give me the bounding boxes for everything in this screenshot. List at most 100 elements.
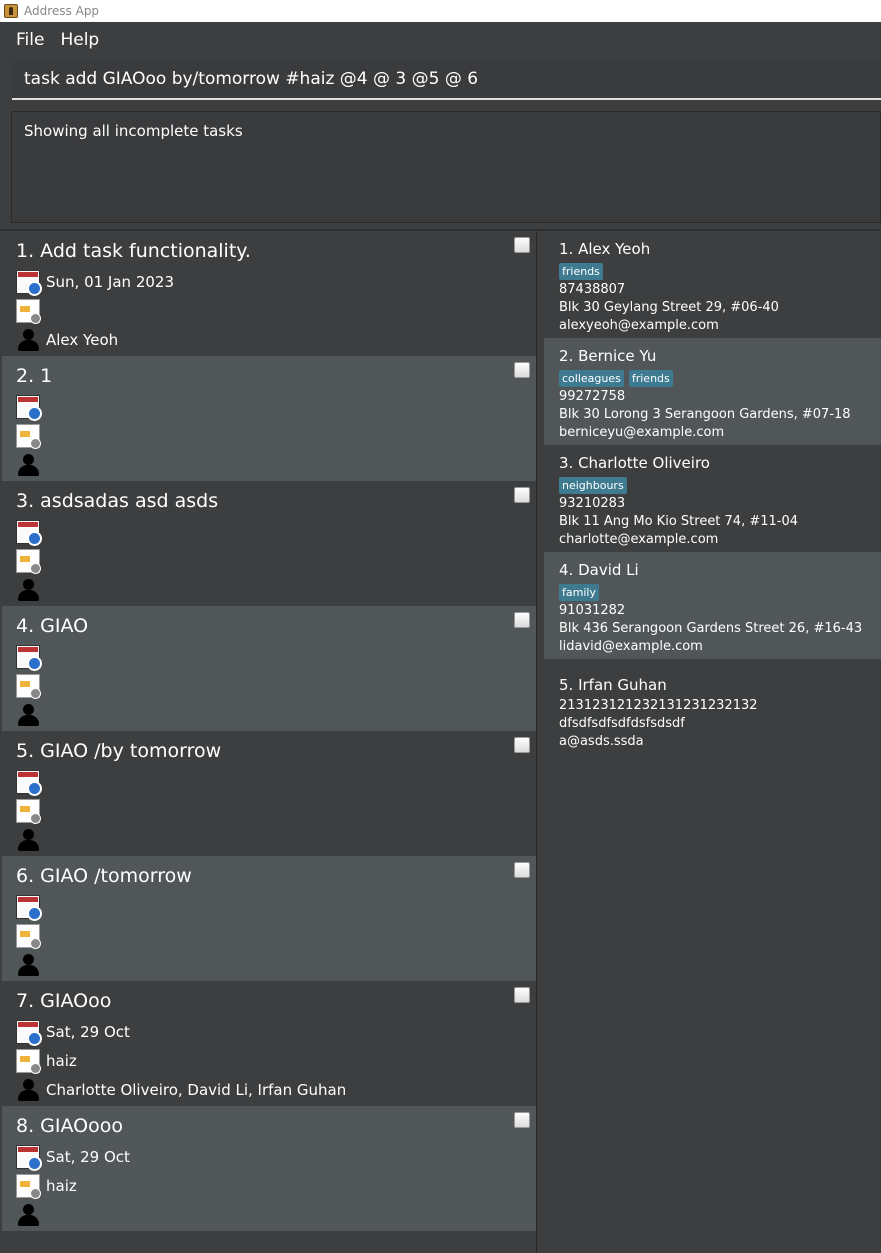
note-icon [16, 923, 41, 949]
task-deadline: Sun, 01 Jan 2023 [46, 272, 174, 291]
person-address: Blk 30 Lorong 3 Serangoon Gardens, #07-1… [559, 407, 851, 422]
task-checkbox[interactable] [514, 237, 530, 253]
task-card[interactable]: 7. GIAOoo Sat, 29 Oct haiz Charlotte Oli… [2, 981, 536, 1106]
person-list[interactable]: 1. Alex Yeoh friends 87438807 Blk 30 Gey… [537, 231, 881, 1253]
task-assignees: Charlotte Oliveiro, David Li, Irfan Guha… [46, 1080, 347, 1099]
command-box [12, 60, 881, 100]
person-email: alexyeoh@example.com [559, 318, 719, 333]
task-checkbox[interactable] [514, 987, 530, 1003]
task-tag: haiz [46, 1051, 77, 1070]
task-deadline: Sat, 29 Oct [46, 1022, 130, 1041]
result-text: Showing all incomplete tasks [24, 122, 243, 140]
title-bar: Address App [0, 0, 881, 22]
task-card[interactable]: 6. GIAO /tomorrow [2, 856, 536, 981]
task-title: 1. Add task functionality. [16, 240, 251, 262]
person-icon [16, 1203, 40, 1227]
person-phone: 99272758 [559, 389, 626, 404]
task-title: 2. 1 [16, 365, 53, 387]
person-name: 4. David Li [559, 561, 639, 579]
calendar-icon [16, 1019, 42, 1046]
task-deadline: Sat, 29 Oct [46, 1147, 130, 1166]
task-title: 8. GIAOooo [16, 1115, 123, 1137]
person-tags: family [559, 582, 881, 602]
menu-file[interactable]: File [16, 30, 44, 50]
note-icon [16, 1173, 41, 1199]
person-email: charlotte@example.com [559, 532, 719, 547]
menu-help[interactable]: Help [60, 30, 99, 50]
task-card[interactable]: 3. asdsadas asd asds [2, 481, 536, 606]
task-card[interactable]: 8. GIAOooo Sat, 29 Oct haiz [2, 1106, 536, 1231]
result-display: Showing all incomplete tasks [11, 111, 881, 223]
menu-bar: File Help [0, 22, 881, 58]
calendar-icon [16, 644, 42, 671]
person-name: 3. Charlotte Oliveiro [559, 454, 710, 472]
task-assignees: Alex Yeoh [46, 330, 119, 349]
task-checkbox[interactable] [514, 1112, 530, 1128]
calendar-icon [16, 519, 42, 546]
task-checkbox[interactable] [514, 737, 530, 753]
note-icon [16, 798, 41, 824]
calendar-icon [16, 269, 42, 296]
task-title: 3. asdsadas asd asds [16, 490, 219, 512]
person-phone: 91031282 [559, 603, 626, 618]
calendar-icon [16, 894, 42, 921]
person-tag: colleagues [559, 369, 624, 387]
person-icon [16, 703, 40, 727]
task-title: 5. GIAO /by tomorrow [16, 740, 222, 762]
command-input[interactable] [24, 69, 881, 89]
person-email: lidavid@example.com [559, 639, 703, 654]
person-card[interactable]: 3. Charlotte Oliveiro neighbours 9321028… [544, 445, 881, 552]
person-address: Blk 11 Ang Mo Kio Street 74, #11-04 [559, 514, 799, 529]
task-checkbox[interactable] [514, 487, 530, 503]
note-icon [16, 673, 41, 699]
task-list[interactable]: 1. Add task functionality. Sun, 01 Jan 2… [0, 231, 537, 1253]
person-icon [16, 1078, 40, 1102]
note-icon [16, 548, 41, 574]
person-name: 1. Alex Yeoh [559, 240, 651, 258]
note-icon [16, 423, 41, 449]
person-tag: neighbours [559, 476, 627, 494]
calendar-icon [16, 1144, 42, 1171]
person-email: berniceyu@example.com [559, 425, 725, 440]
task-checkbox[interactable] [514, 362, 530, 378]
person-phone: 87438807 [559, 282, 626, 297]
person-address: Blk 436 Serangoon Gardens Street 26, #16… [559, 621, 863, 636]
person-name: 5. Irfan Guhan [559, 676, 667, 694]
calendar-icon [16, 394, 42, 421]
person-phone: 213123121232131231232132 [559, 698, 758, 713]
person-icon [16, 828, 40, 852]
person-email: a@asds.ssda [559, 734, 644, 749]
window-title: Address App [24, 4, 100, 18]
person-phone: 93210283 [559, 496, 626, 511]
person-address: Blk 30 Geylang Street 29, #06-40 [559, 300, 779, 315]
task-card[interactable]: 2. 1 [2, 356, 536, 481]
app-icon [4, 4, 18, 18]
person-tag: friends [628, 369, 673, 387]
person-tags: friends [559, 261, 881, 281]
person-icon [16, 328, 40, 352]
person-tags: neighbours [559, 475, 881, 495]
task-title: 6. GIAO /tomorrow [16, 865, 192, 887]
task-checkbox[interactable] [514, 612, 530, 628]
person-card[interactable]: 5. Irfan Guhan 213123121232131231232132 … [544, 659, 881, 766]
note-icon [16, 298, 41, 324]
person-tag: family [559, 583, 599, 601]
person-tag: friends [559, 262, 603, 280]
person-icon [16, 578, 40, 602]
person-address: dfsdfsdfsdfdsfsdsdf [559, 716, 685, 731]
person-icon [16, 453, 40, 477]
person-tags: colleagues friends [559, 368, 881, 388]
person-card[interactable]: 4. David Li family 91031282 Blk 436 Sera… [544, 552, 881, 659]
calendar-icon [16, 769, 42, 796]
task-card[interactable]: 1. Add task functionality. Sun, 01 Jan 2… [2, 231, 536, 356]
task-title: 7. GIAOoo [16, 990, 112, 1012]
task-card[interactable]: 5. GIAO /by tomorrow [2, 731, 536, 856]
task-card[interactable]: 4. GIAO [2, 606, 536, 731]
person-name: 2. Bernice Yu [559, 347, 657, 365]
task-title: 4. GIAO [16, 615, 89, 637]
person-card[interactable]: 2. Bernice Yu colleagues friends 9927275… [544, 338, 881, 445]
person-icon [16, 953, 40, 977]
task-checkbox[interactable] [514, 862, 530, 878]
person-card[interactable]: 1. Alex Yeoh friends 87438807 Blk 30 Gey… [544, 231, 881, 338]
note-icon [16, 1048, 41, 1074]
